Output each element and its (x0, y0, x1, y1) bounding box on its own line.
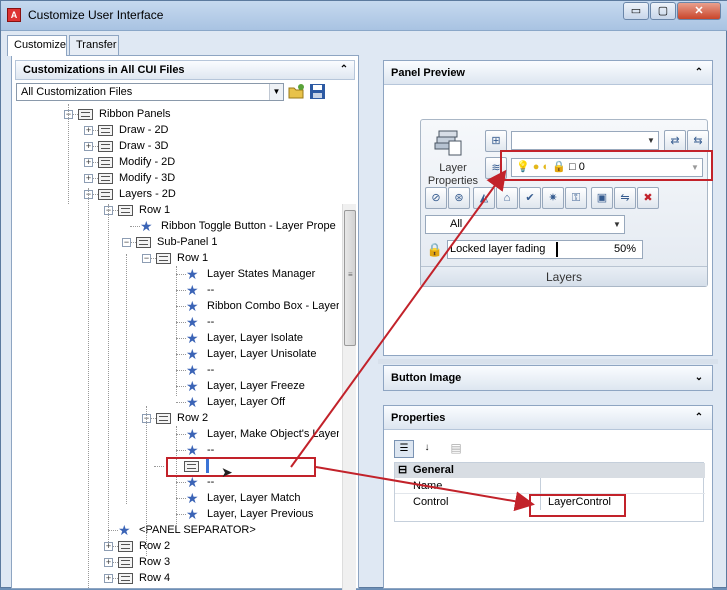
customize-ui-window: A Customize User Interface ▭ ▢ ✕ Customi… (0, 0, 727, 590)
mouse-cursor-icon: ➤ (221, 464, 233, 480)
tab-customize[interactable]: Customize (7, 35, 67, 56)
arrow-to-layer-combo (290, 169, 507, 468)
arrow-to-control-value (315, 466, 535, 512)
annotation-arrows (290, 169, 535, 512)
